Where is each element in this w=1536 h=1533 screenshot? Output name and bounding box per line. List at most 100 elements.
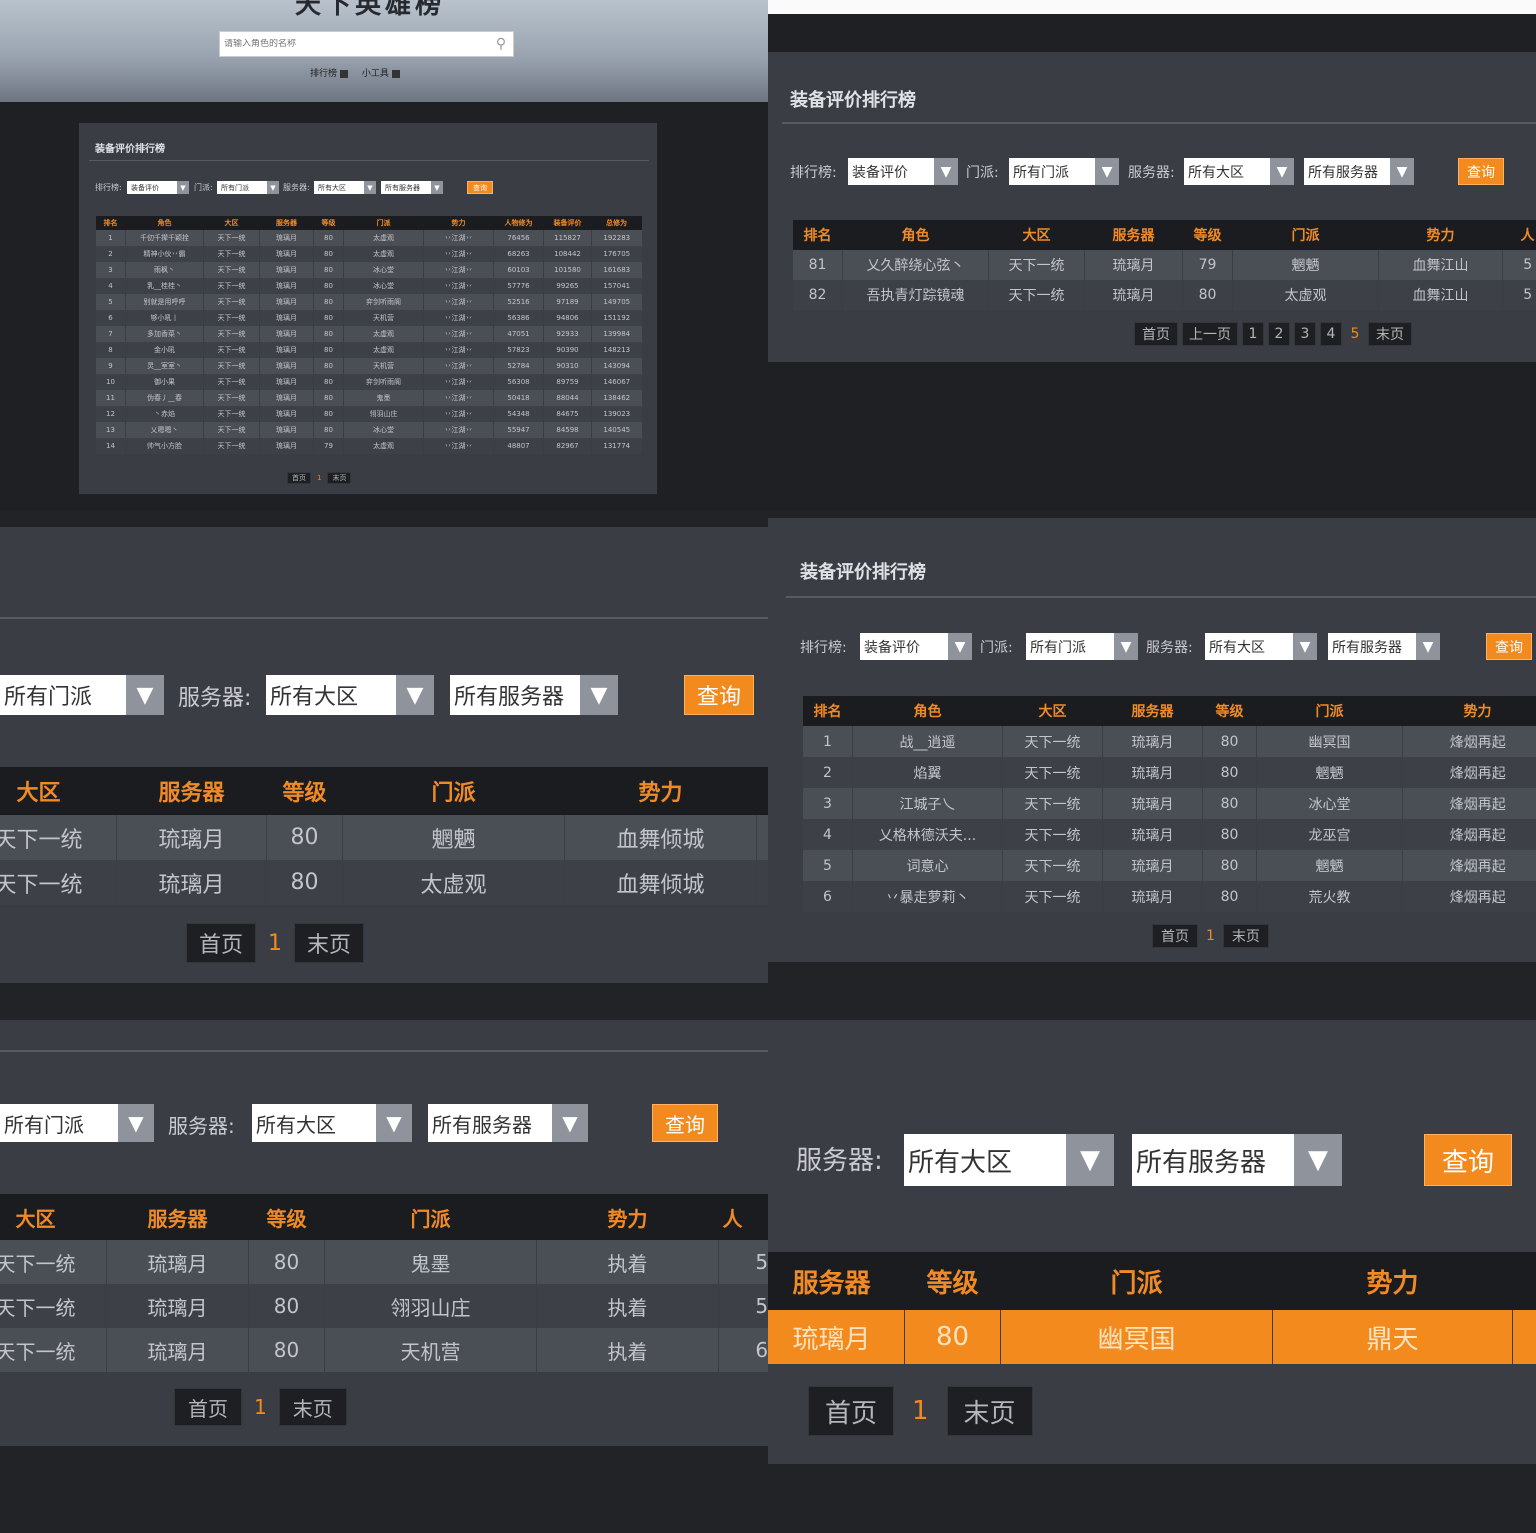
table-row[interactable]: 14 帅气小方脸 天下一统 琉璃月 79 太虚观 丷江湖丷 48807 82967 131774 xyxy=(95,438,642,454)
query-button[interactable]: 查询 xyxy=(652,1104,718,1142)
prev-page-button[interactable]: 上一页 xyxy=(1182,322,1238,346)
table-row[interactable]: 10 御小果 天下一统 琉璃月 80 弈剑听雨阁 丷江湖丷 56308 89759 146067 xyxy=(95,374,642,390)
rank-select[interactable]: 装备评价 ▼ xyxy=(127,181,189,194)
table-row[interactable]: 9 灵__室室丶 天下一统 琉璃月 80 天机营 丷江湖丷 52784 90310 143094 xyxy=(95,358,642,374)
first-page-button[interactable]: 首页 xyxy=(287,472,311,484)
rank-select[interactable]: 装备评价 ▼ xyxy=(848,158,958,185)
last-page-button[interactable]: 末页 xyxy=(327,472,352,484)
col-cultivation: 人物修为 xyxy=(493,216,544,230)
first-page-button[interactable]: 首页 xyxy=(808,1386,894,1436)
query-button[interactable]: 查询 xyxy=(467,181,493,194)
table-row[interactable]: 2 精神小伙丷霸 天下一统 琉璃月 80 太虚观 丷江湖丷 68263 108442 176705 xyxy=(95,246,642,262)
page-4-button[interactable]: 4 xyxy=(1320,322,1342,346)
col-faction: 势力 xyxy=(564,767,757,815)
region-select[interactable]: 所有大区 ▼ xyxy=(1184,158,1294,185)
region-select[interactable]: 所有大区 ▼ xyxy=(252,1104,412,1142)
query-button[interactable]: 查询 xyxy=(1458,158,1504,185)
table-cell: 80 xyxy=(313,310,344,326)
table-cell: 琉璃月 xyxy=(259,230,314,246)
table-row[interactable]: 天下一统 琉璃月 80 太虚观 血舞倾城 xyxy=(0,860,768,905)
table-row[interactable]: 3 江城子乀 天下一统 琉璃月 80 冰心堂 烽烟再起 xyxy=(802,788,1536,819)
server-select[interactable]: 所有服务器 ▼ xyxy=(1132,1134,1342,1186)
table-row[interactable]: 5 词意心 天下一统 琉璃月 80 魍魉 烽烟再起 xyxy=(802,850,1536,881)
nav-tools[interactable]: 小工具 xyxy=(362,66,400,79)
table-cell: 天下一统 xyxy=(203,310,260,326)
first-page-button[interactable]: 首页 xyxy=(174,1388,242,1426)
table-row[interactable]: 天下一统 琉璃月 80 鬼墨 执着 5 xyxy=(0,1240,768,1284)
table-row[interactable]: 7 多加香菜丶 天下一统 琉璃月 80 太虚观 丷江湖丷 47051 92933 139984 xyxy=(95,326,642,342)
server-label: 服务器: xyxy=(1128,165,1175,181)
region-select[interactable]: 所有大区 ▼ xyxy=(1205,633,1317,660)
query-button[interactable]: 查询 xyxy=(1424,1134,1512,1186)
page-2-button[interactable]: 2 xyxy=(1268,322,1290,346)
table-row[interactable]: 6 够小吼丨 天下一统 琉璃月 80 天机营 丷江湖丷 56386 94806 151192 xyxy=(95,310,642,326)
table-row[interactable]: 12 丶赤焰 天下一统 琉璃月 80 翎羽山庄 丷江湖丷 54348 84675 139023 xyxy=(95,406,642,422)
current-page: 1 xyxy=(317,474,322,482)
sect-select[interactable]: 所有门派 ▼ xyxy=(217,181,279,194)
search-input[interactable] xyxy=(220,39,489,49)
table-row[interactable]: 琉璃月 80 幽冥国 鼎天 xyxy=(768,1310,1536,1364)
nav-ranking[interactable]: 排行榜 xyxy=(310,66,348,79)
table-row[interactable]: 1 战__逍遥 天下一统 琉璃月 80 幽冥国 烽烟再起 xyxy=(802,726,1536,757)
table-cell: 4 xyxy=(802,819,853,850)
last-page-button[interactable]: 末页 xyxy=(294,923,364,963)
table-cell: 天下一统 xyxy=(203,342,260,358)
ranking-table: 排名 角色 大区 服务器 等级 门派 势力 人 81 乂久醉绕心弦丶 天下一统 琉璃月… xyxy=(792,220,1536,310)
query-button[interactable]: 查询 xyxy=(1486,633,1532,660)
table-row[interactable]: 81 乂久醉绕心弦丶 天下一统 琉璃月 79 魍魉 血舞江山 5 xyxy=(792,250,1536,280)
table-row[interactable]: 8 金小吼 天下一统 琉璃月 80 太虚观 丷江湖丷 57823 90390 148213 xyxy=(95,342,642,358)
sect-select[interactable]: 所有门派 ▼ xyxy=(0,675,164,715)
table-row[interactable]: 天下一统 琉璃月 80 翎羽山庄 执着 5 xyxy=(0,1284,768,1328)
last-page-button[interactable]: 末页 xyxy=(1222,924,1269,948)
sect-select[interactable]: 所有门派 ▼ xyxy=(0,1104,154,1142)
region-select[interactable]: 所有大区 ▼ xyxy=(266,675,434,715)
server-select[interactable]: 所有服务器 ▼ xyxy=(1328,633,1440,660)
table-cell: 丷江湖丷 xyxy=(423,438,494,454)
table-row[interactable]: 2 焰翼 天下一统 琉璃月 80 魍魉 烽烟再起 xyxy=(802,757,1536,788)
table-row[interactable]: 天下一统 琉璃月 80 天机营 执着 6 xyxy=(0,1328,768,1372)
page-3-button[interactable]: 3 xyxy=(1294,322,1316,346)
table-cell: 丷江湖丷 xyxy=(423,358,494,374)
table-cell: 7 xyxy=(95,326,126,342)
table-row[interactable]: 11 伪春丿__春 天下一统 琉璃月 80 鬼墨 丷江湖丷 50418 88044 138462 xyxy=(95,390,642,406)
last-page-button[interactable]: 末页 xyxy=(946,1386,1033,1436)
server-select[interactable]: 所有服务器 ▼ xyxy=(1304,158,1414,185)
table-row[interactable]: 82 吾执青灯踪镜魂 天下一统 琉璃月 80 太虚观 血舞江山 5 xyxy=(792,280,1536,310)
first-page-button[interactable]: 首页 xyxy=(1134,322,1178,346)
table-cell: 琉璃月 xyxy=(259,278,314,294)
table-row[interactable]: 3 雨枫丶 天下一统 琉璃月 80 冰心堂 丷江湖丷 60103 101580 161683 xyxy=(95,262,642,278)
table-cell-empty xyxy=(756,815,768,860)
server-select[interactable]: 所有服务器 ▼ xyxy=(428,1104,588,1142)
table-row[interactable]: 4 乳__桂桂丶 天下一统 琉璃月 80 冰心堂 丷江湖丷 57776 99265 157041 xyxy=(95,278,642,294)
rank-select[interactable]: 装备评价 ▼ xyxy=(860,633,972,660)
col-person: 人 xyxy=(1502,220,1536,250)
table-row[interactable]: 天下一统 琉璃月 80 魍魉 血舞倾城 xyxy=(0,815,768,860)
server-select[interactable]: 所有服务器 ▼ xyxy=(381,181,443,194)
table-row[interactable]: 1 千仞千撵千颖拴 天下一统 琉璃月 80 太虚观 丷江湖丷 76456 115827 19228… xyxy=(95,230,642,246)
server-select[interactable]: 所有服务器 ▼ xyxy=(450,675,618,715)
table-row[interactable]: 5 别就是用呼呼 天下一统 琉璃月 80 弈剑听雨阁 丷江湖丷 52516 97189 14970… xyxy=(95,294,642,310)
table-row[interactable]: 4 乂格林德沃夫... 天下一统 琉璃月 80 龙巫宫 烽烟再起 xyxy=(802,819,1536,850)
search-icon[interactable]: ⚲ xyxy=(489,36,513,52)
first-page-button[interactable]: 首页 xyxy=(186,923,256,963)
col-equip-score: 装备评价 xyxy=(543,216,592,230)
last-page-button[interactable]: 末页 xyxy=(278,1388,347,1426)
table-cell: 天下一统 xyxy=(203,230,260,246)
page-1-button[interactable]: 1 xyxy=(1242,322,1264,346)
table-row[interactable]: 6 丷暴走萝莉丶 天下一统 琉璃月 80 荒火教 烽烟再起 xyxy=(802,881,1536,912)
table-header: 排名 角色 大区 服务器 等级 门派 势力 人物修为 装备评价 总修为 xyxy=(95,216,642,230)
sect-select[interactable]: 所有门派 ▼ xyxy=(1009,158,1119,185)
last-page-button[interactable]: 末页 xyxy=(1368,322,1412,346)
first-page-button[interactable]: 首页 xyxy=(1152,924,1198,948)
col-more xyxy=(756,767,768,815)
col-faction: 势力 xyxy=(536,1194,719,1240)
region-select[interactable]: 所有大区 ▼ xyxy=(904,1134,1114,1186)
table-cell: 157041 xyxy=(591,278,642,294)
current-page: 1 xyxy=(912,1396,929,1426)
query-button[interactable]: 查询 xyxy=(684,675,754,715)
table-row[interactable]: 13 乂嗯嗯丶 天下一统 琉璃月 80 冰心堂 丷江湖丷 55947 84598 140545 xyxy=(95,422,642,438)
ranking-table: 大区 服务器 等级 门派 势力 天下一统 琉璃月 80 魍魉 血舞倾城 天下一统 琉璃月 80… xyxy=(0,767,768,905)
search-box[interactable]: ⚲ xyxy=(219,31,514,57)
sect-select[interactable]: 所有门派 ▼ xyxy=(1026,633,1138,660)
region-select[interactable]: 所有大区 ▼ xyxy=(314,181,376,194)
